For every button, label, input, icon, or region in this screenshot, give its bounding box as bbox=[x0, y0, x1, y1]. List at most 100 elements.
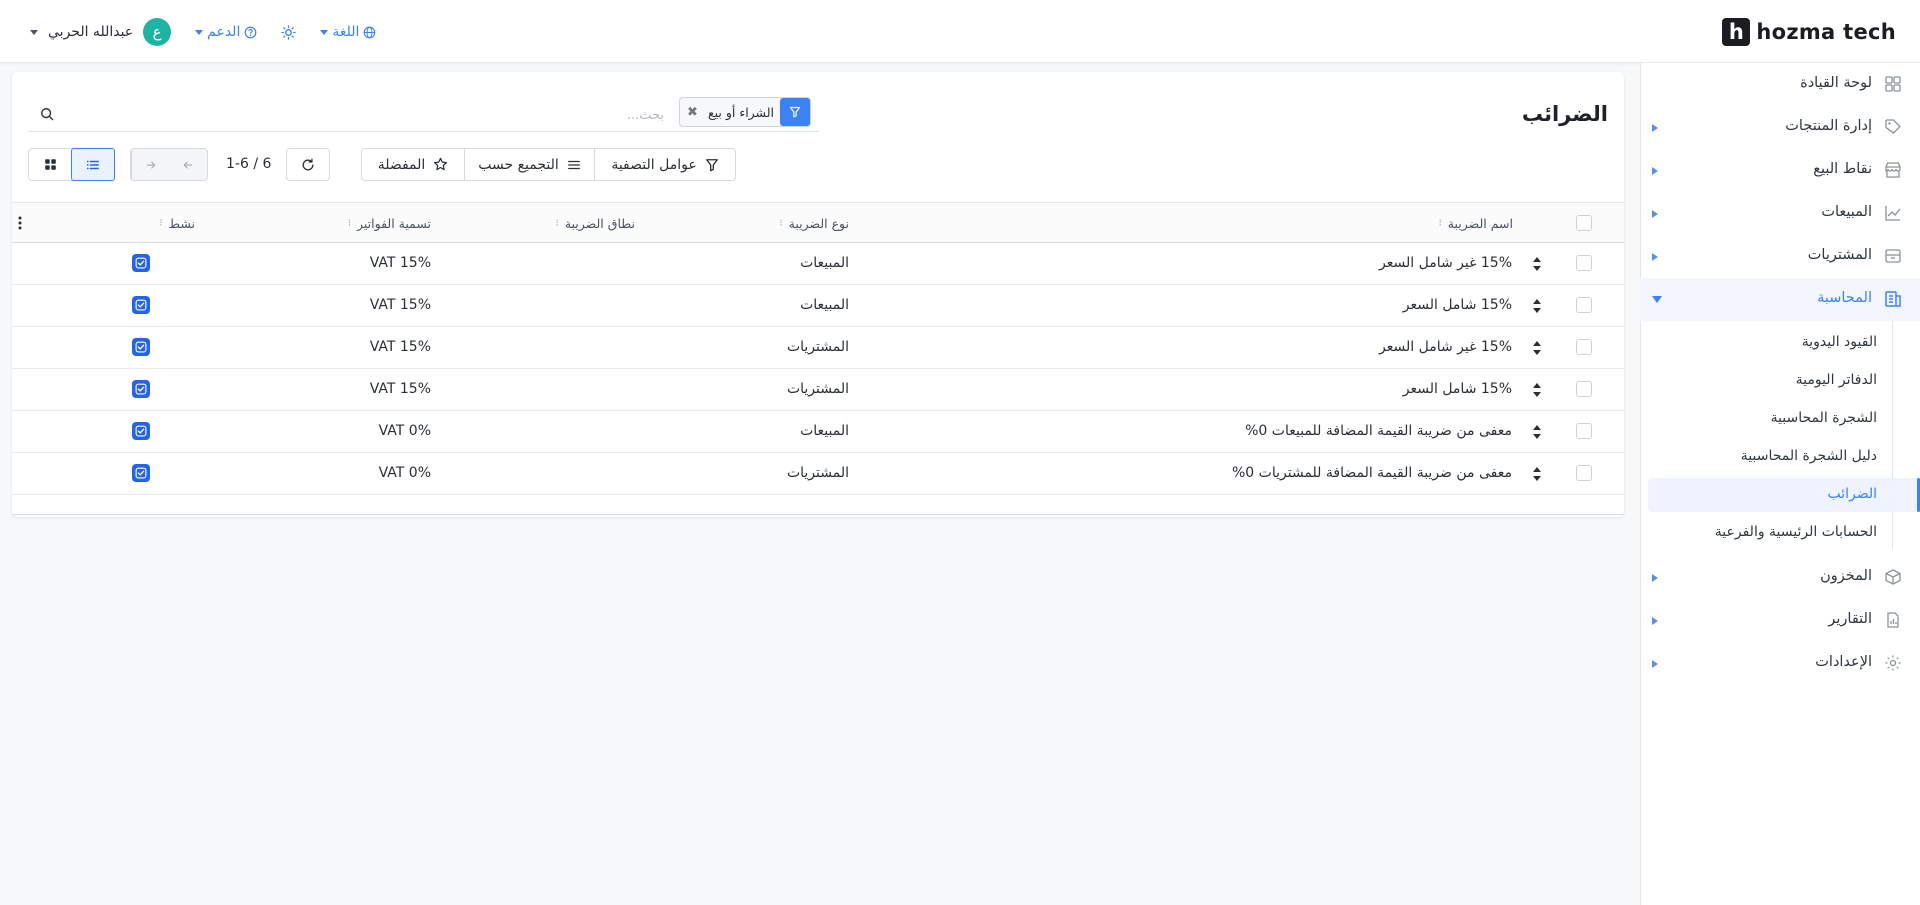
table-footer bbox=[12, 495, 1624, 515]
language-menu-button[interactable]: اللغة bbox=[320, 24, 376, 40]
kanban-view-button[interactable] bbox=[29, 149, 72, 180]
favorites-button[interactable]: المفضلة bbox=[362, 149, 465, 180]
support-menu-button[interactable]: الدعم bbox=[195, 24, 257, 40]
group-by-button[interactable]: التجميع حسب bbox=[465, 149, 595, 180]
sidebar-subitem-journals[interactable]: الدفاتر اليومية bbox=[1640, 364, 1910, 398]
sidebar-item-label: لوحة القيادة bbox=[1800, 75, 1872, 91]
expand-caret-icon bbox=[1652, 167, 1658, 175]
pager-buttons bbox=[130, 148, 208, 181]
table-row[interactable]: 15% غير شامل السعر المشتريات VAT 15% bbox=[12, 327, 1624, 369]
column-header-name[interactable]: اسم الضريبة ⁝ bbox=[1439, 216, 1513, 231]
sidebar-subitem-label: دليل الشجرة المحاسبية bbox=[1740, 448, 1877, 464]
pager-value[interactable]: 1-6 / 6 bbox=[226, 156, 271, 172]
row-checkbox[interactable] bbox=[1576, 423, 1592, 439]
sort-icon: ⁝ bbox=[159, 218, 163, 229]
sidebar-item-accounting[interactable]: المحاسبة bbox=[1640, 278, 1920, 321]
sidebar-subitem-manual-entries[interactable]: القيود اليدوية bbox=[1640, 326, 1910, 360]
avatar: ع bbox=[143, 18, 172, 46]
next-page-button[interactable] bbox=[131, 149, 170, 180]
refresh-button[interactable] bbox=[286, 148, 330, 181]
sidebar-item-products[interactable]: إدارة المنتجات bbox=[1640, 106, 1920, 149]
active-checkbox[interactable] bbox=[132, 422, 150, 440]
sidebar-item-inventory[interactable]: المخزون bbox=[1640, 556, 1920, 599]
sidebar-item-label: المبيعات bbox=[1821, 204, 1872, 220]
tax-type-cell: المبيعات bbox=[800, 255, 849, 271]
table-row[interactable]: معفى من ضريبة القيمة المضافة للمشتريات 0… bbox=[12, 453, 1624, 495]
sidebar-subitem-chart-of-accounts[interactable]: الشجرة المحاسبية bbox=[1640, 402, 1910, 436]
sidebar-item-label: المحاسبة bbox=[1817, 290, 1872, 306]
sidebar-item-dashboard[interactable]: لوحة القيادة bbox=[1640, 63, 1920, 106]
list-view-button[interactable] bbox=[70, 148, 115, 181]
sort-icon: ⁝ bbox=[347, 218, 351, 229]
user-name: عبدالله الحربي bbox=[48, 24, 134, 40]
brand-logo[interactable]: h hozma tech bbox=[1722, 17, 1896, 47]
globe-icon bbox=[364, 26, 376, 38]
table-row[interactable]: 15% شامل السعر المبيعات VAT 15% bbox=[12, 285, 1624, 327]
column-label: تسمية الفواتير bbox=[357, 216, 431, 231]
sidebar-item-sales[interactable]: المبيعات bbox=[1640, 192, 1920, 235]
drag-handle-icon[interactable] bbox=[1532, 425, 1542, 439]
support-label: الدعم bbox=[207, 24, 241, 40]
row-checkbox[interactable] bbox=[1576, 339, 1592, 355]
theme-toggle-button[interactable] bbox=[281, 24, 297, 40]
sidebar-item-pos[interactable]: نقاط البيع bbox=[1640, 149, 1920, 192]
row-checkbox[interactable] bbox=[1576, 297, 1592, 313]
active-checkbox[interactable] bbox=[132, 296, 150, 314]
tax-type-cell: المشتريات bbox=[786, 381, 849, 397]
sidebar-item-reports[interactable]: التقارير bbox=[1640, 599, 1920, 642]
tax-type-cell: المشتريات bbox=[786, 339, 849, 355]
top-bar: h hozma tech عبدالله الحربي ع الدعم اللغ… bbox=[0, 0, 1920, 63]
header-actions: عبدالله الحربي ع الدعم اللغة bbox=[30, 16, 376, 48]
table-row[interactable]: 15% غير شامل السعر المبيعات VAT 15% bbox=[12, 243, 1624, 285]
row-checkbox[interactable] bbox=[1576, 255, 1592, 271]
drag-handle-icon[interactable] bbox=[1532, 341, 1542, 355]
active-checkbox[interactable] bbox=[132, 254, 150, 272]
row-checkbox[interactable] bbox=[1576, 465, 1592, 481]
sort-icon: ⁝ bbox=[1438, 218, 1442, 229]
gear-icon bbox=[1885, 655, 1901, 671]
help-circle-icon bbox=[244, 26, 257, 38]
expand-caret-icon bbox=[1652, 617, 1658, 625]
select-all-checkbox[interactable] bbox=[1576, 215, 1592, 231]
filters-button[interactable]: عوامل التصفية bbox=[595, 149, 735, 180]
filter-chip-label: الشراء أو بيع bbox=[707, 104, 774, 120]
expand-caret-icon bbox=[1652, 574, 1658, 582]
column-header-type[interactable]: نوع الضريبة ⁝ bbox=[779, 216, 849, 231]
list-icon bbox=[86, 160, 99, 169]
check-icon bbox=[135, 383, 147, 395]
sidebar-subitem-taxes[interactable]: الضرائب bbox=[1648, 478, 1920, 512]
column-header-invoice-label[interactable]: تسمية الفواتير ⁝ bbox=[348, 216, 431, 231]
sidebar-subitem-accounts-guide[interactable]: دليل الشجرة المحاسبية bbox=[1640, 440, 1910, 474]
search-icon[interactable] bbox=[38, 107, 54, 123]
report-icon bbox=[1887, 612, 1899, 628]
row-checkbox[interactable] bbox=[1576, 381, 1592, 397]
drag-handle-icon[interactable] bbox=[1532, 299, 1542, 313]
tax-type-cell: المشتريات bbox=[786, 465, 849, 481]
active-checkbox[interactable] bbox=[132, 464, 150, 482]
search-options-toolbar: عوامل التصفية التجميع حسب المفضلة bbox=[361, 148, 736, 181]
arrow-left-icon bbox=[183, 160, 193, 169]
sort-icon: ⁝ bbox=[555, 218, 559, 229]
sidebar-item-settings[interactable]: الإعدادات bbox=[1640, 642, 1920, 685]
group-by-label: التجميع حسب bbox=[478, 156, 559, 173]
column-options-icon[interactable] bbox=[16, 215, 24, 231]
drag-handle-icon[interactable] bbox=[1532, 257, 1542, 271]
sidebar-item-purchases[interactable]: المشتريات bbox=[1640, 235, 1920, 278]
page-title: الضرائب bbox=[1521, 102, 1608, 126]
active-checkbox[interactable] bbox=[132, 338, 150, 356]
table-row[interactable]: معفى من ضريبة القيمة المضافة للمبيعات 0%… bbox=[12, 411, 1624, 453]
drag-handle-icon[interactable] bbox=[1532, 383, 1542, 397]
search-input[interactable] bbox=[64, 104, 664, 126]
close-icon[interactable]: ✖ bbox=[687, 105, 698, 120]
inbox-icon bbox=[1885, 249, 1901, 263]
active-checkbox[interactable] bbox=[132, 380, 150, 398]
drag-handle-icon[interactable] bbox=[1532, 467, 1542, 481]
table-row[interactable]: 15% شامل السعر المشتريات VAT 15% bbox=[12, 369, 1624, 411]
column-header-active[interactable]: نشط ⁝ bbox=[159, 216, 195, 231]
column-header-scope[interactable]: نطاق الضريبة ⁝ bbox=[556, 216, 635, 231]
invoice-label-cell: VAT 15% bbox=[369, 339, 431, 355]
sidebar-subitem-main-sub-accounts[interactable]: الحسابات الرئيسية والفرعية bbox=[1640, 516, 1910, 550]
list-lines-icon bbox=[567, 160, 580, 169]
previous-page-button[interactable] bbox=[170, 149, 208, 180]
user-menu-button[interactable]: عبدالله الحربي ع bbox=[30, 18, 172, 46]
